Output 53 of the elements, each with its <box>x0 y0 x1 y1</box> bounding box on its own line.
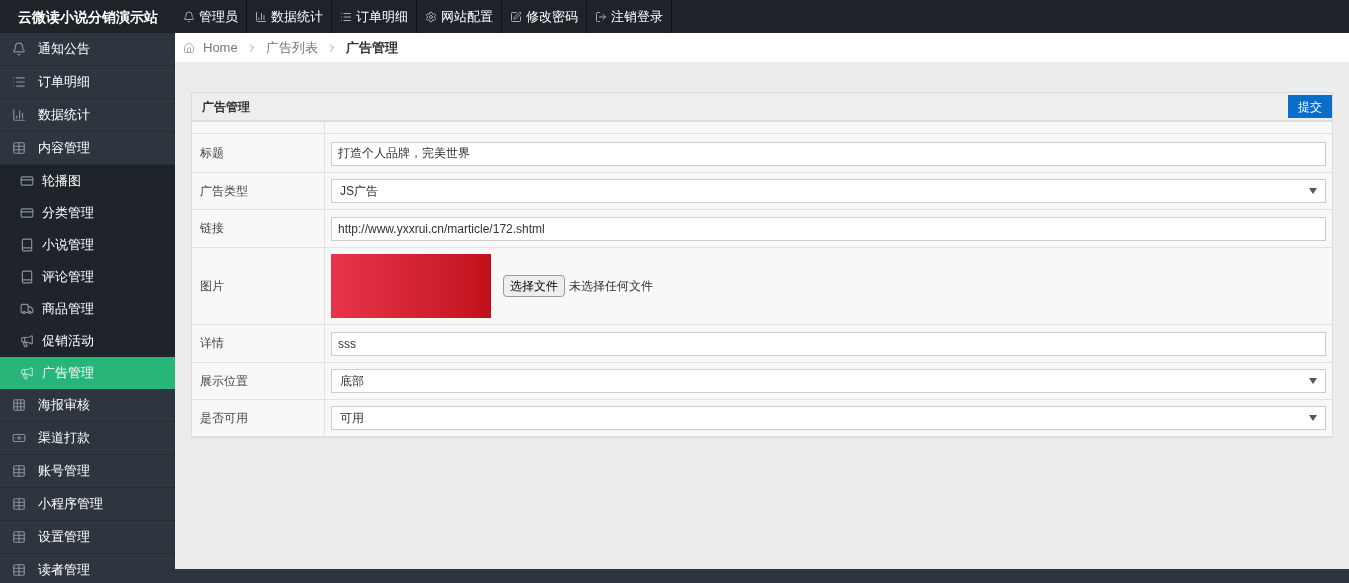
field-label: 是否可用 <box>200 409 248 426</box>
field-label: 链接 <box>200 220 224 236</box>
field-label: 广告类型 <box>200 182 248 199</box>
table-icon <box>12 141 26 155</box>
card-icon <box>20 174 34 188</box>
truck-icon <box>20 302 34 316</box>
grid-icon <box>12 398 26 412</box>
file-status: 未选择任何文件 <box>569 277 653 294</box>
select-field[interactable]: 底部 <box>331 368 1326 393</box>
book-icon <box>20 238 34 252</box>
sidebar-item[interactable]: 分类管理 <box>0 197 175 229</box>
table-icon <box>12 563 26 577</box>
select-field[interactable]: 可用 <box>331 405 1326 430</box>
table-icon <box>12 530 26 544</box>
edit-icon <box>510 10 522 23</box>
sidebar-item[interactable]: 促销活动 <box>0 325 175 357</box>
bell-icon <box>12 42 26 56</box>
list-icon <box>340 10 352 23</box>
field-label: 详情 <box>200 335 224 351</box>
choose-file-button[interactable]: 选择文件 <box>503 274 565 297</box>
list-icon <box>12 75 26 89</box>
sidebar-item[interactable]: 商品管理 <box>0 293 175 325</box>
logout-icon <box>595 10 607 23</box>
site-title: 云微读小说分销演示站 <box>16 7 159 27</box>
input-field[interactable]: 打造个人品牌，完美世界 <box>331 141 1326 166</box>
field-label: 展示位置 <box>200 372 248 389</box>
field-label: 标题 <box>200 144 224 161</box>
bell-icon <box>183 10 195 23</box>
sidebar-item[interactable]: 轮播图 <box>0 165 175 197</box>
sidebar-item[interactable]: 评论管理 <box>0 261 175 293</box>
table-icon <box>12 464 26 478</box>
book-icon <box>20 270 34 284</box>
banknote-icon <box>12 431 26 445</box>
settings-icon <box>425 10 437 23</box>
breadcrumb-link[interactable]: Home <box>203 37 238 58</box>
panel-title: 广告管理 <box>202 98 250 115</box>
input-field[interactable]: sss <box>331 331 1326 356</box>
megaphone-icon <box>20 366 34 380</box>
megaphone-icon <box>20 334 34 348</box>
card-icon <box>20 206 34 220</box>
dropdown-caret-icon <box>1309 187 1317 194</box>
select-field[interactable]: JS广告 <box>331 178 1326 203</box>
input-field[interactable]: http://www.yxxrui.cn/marticle/172.shtml <box>331 216 1326 241</box>
dropdown-caret-icon <box>1309 414 1317 421</box>
breadcrumb-link[interactable]: 广告列表 <box>265 37 318 58</box>
submit-button[interactable]: 提交 <box>1288 95 1332 118</box>
bar-chart-icon <box>12 108 26 122</box>
home-icon <box>183 41 195 54</box>
dropdown-caret-icon <box>1309 377 1317 384</box>
table-icon <box>12 497 26 511</box>
sidebar-item[interactable]: 小说管理 <box>0 229 175 261</box>
field-label: 图片 <box>200 277 224 294</box>
bar-chart-icon <box>255 10 267 23</box>
